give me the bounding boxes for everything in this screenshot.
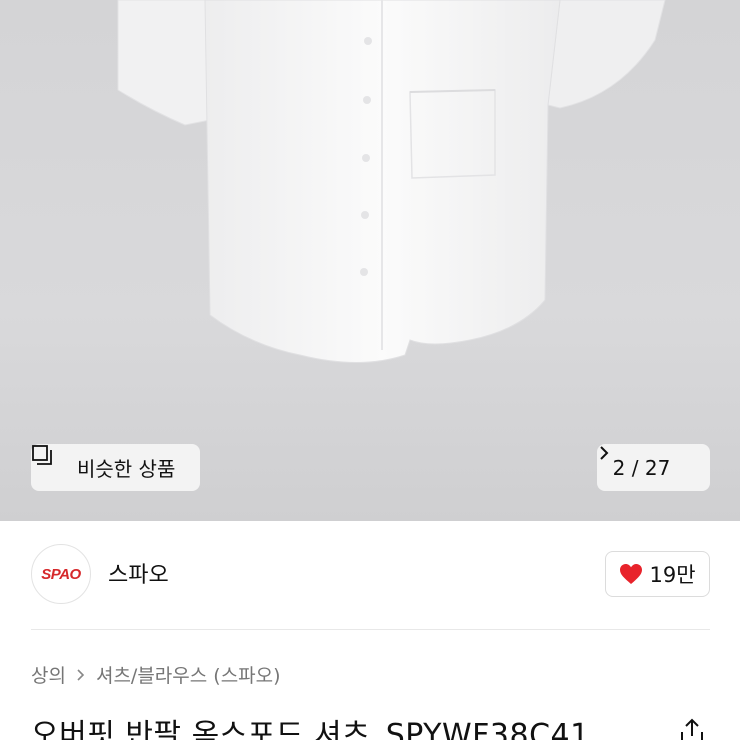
brand-logo[interactable]: SPAO (31, 544, 91, 604)
similar-products-label: 비슷한 상품 (77, 457, 176, 481)
chevron-right-icon (76, 668, 86, 682)
product-image-carousel[interactable]: 비슷한 상품 2 / 27 (0, 0, 740, 521)
product-title: 오버핏 반팔 옥스포드 셔츠_SPYWF38C41 (31, 718, 590, 740)
breadcrumb-item[interactable]: 상의 (31, 661, 66, 688)
heart-icon (619, 563, 643, 585)
image-pager-text: 2 / 27 (612, 455, 671, 480)
chevron-right-icon (600, 446, 694, 477)
shirt-image (117, 0, 666, 363)
like-button[interactable]: 19만 (605, 551, 710, 597)
share-icon[interactable] (678, 718, 706, 740)
similar-products-button[interactable]: 비슷한 상품 (31, 444, 200, 491)
similar-products-icon (32, 445, 67, 479)
like-count: 19만 (649, 563, 696, 587)
image-pager[interactable]: 2 / 27 (597, 444, 710, 491)
breadcrumb-item[interactable]: 셔츠/블라우스 (스파오) (96, 661, 281, 688)
brand-name[interactable]: 스파오 (108, 557, 169, 589)
divider (31, 629, 710, 630)
brand-row: SPAO 스파오 19만 (0, 521, 740, 629)
brand-logo-text: SPAO (41, 565, 81, 583)
breadcrumb: 상의 셔츠/블라우스 (스파오) (31, 661, 281, 688)
